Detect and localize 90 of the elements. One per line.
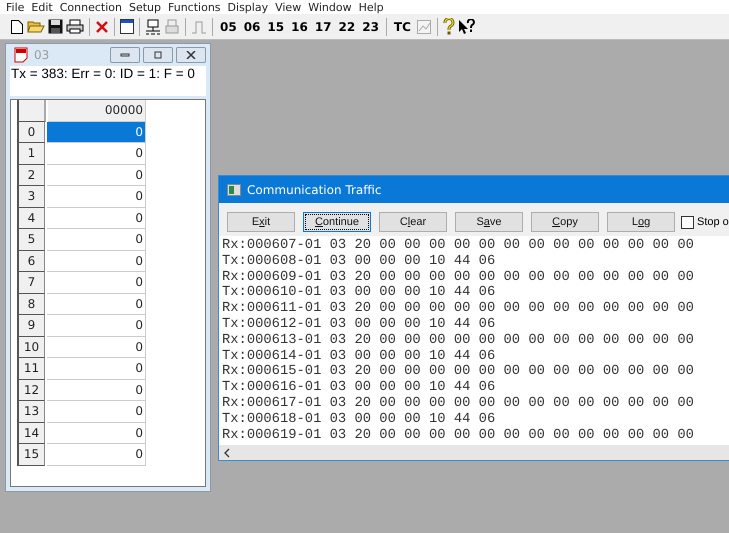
log-line: Tx:000614-01 03 00 00 00 10 44 06 — [222, 348, 496, 364]
horizontal-scrollbar[interactable] — [219, 445, 729, 460]
function-code-button[interactable]: 17 — [312, 20, 334, 34]
toolbar-button[interactable]: Continue — [303, 212, 371, 232]
row-header: 5 — [19, 229, 45, 250]
row-header: 14 — [19, 422, 45, 444]
function-code-button[interactable]: 22 — [336, 20, 358, 34]
context-help-icon[interactable] — [458, 18, 476, 34]
log-line: Rx:000619-01 03 20 00 00 00 00 00 00 00 00 00 00 00 00 00 — [222, 428, 695, 444]
window-icon — [227, 184, 241, 196]
log-line: Tx:000616-01 03 00 00 00 10 44 06 — [222, 380, 496, 396]
menu-item[interactable]: Help — [356, 0, 389, 14]
function-code-button[interactable]: 16 — [289, 20, 310, 34]
row-header: 4 — [19, 208, 45, 229]
scroll-left-icon[interactable] — [223, 448, 231, 458]
row-header: 0 — [19, 122, 45, 143]
column-header: 00000 — [48, 100, 146, 122]
row-header: 1 — [19, 143, 45, 164]
row-header: 3 — [19, 186, 45, 208]
table-cell[interactable]: 0 — [47, 380, 146, 401]
menu-item[interactable]: View — [273, 0, 306, 14]
table-cell[interactable]: 0 — [47, 401, 146, 422]
table-cell[interactable]: 0 — [47, 229, 146, 250]
log-line: Tx:000612-01 03 00 00 00 10 44 06 — [222, 316, 496, 333]
toolbar-button[interactable]: Exit — [227, 212, 295, 232]
menu-item[interactable]: Edit — [29, 0, 58, 14]
close-icon[interactable] — [95, 20, 109, 34]
row-header: 15 — [19, 444, 45, 466]
row-header: 2 — [19, 164, 45, 186]
stop-checkbox[interactable]: Stop o — [681, 216, 729, 228]
log-line: Tx:000610-01 03 00 00 00 10 44 06 — [222, 285, 496, 302]
toolbar-button[interactable]: Copy — [531, 212, 599, 232]
menu-item[interactable]: Display — [226, 0, 274, 14]
window-icon[interactable] — [120, 19, 134, 34]
window-title: 03 — [34, 48, 50, 62]
log-line: Tx:000618-01 03 00 00 00 10 44 06 — [222, 412, 496, 428]
row-header: 6 — [19, 250, 45, 272]
table-cell[interactable]: 0 — [47, 208, 146, 229]
open-folder-icon[interactable] — [27, 19, 45, 34]
table-cell[interactable]: 0 — [47, 250, 146, 272]
table-cell[interactable]: 0 — [47, 143, 146, 164]
restore-icon — [153, 51, 163, 59]
log-line: Rx:000615-01 03 20 00 00 00 00 00 00 00 00 00 00 00 00 00 — [222, 364, 695, 380]
table-cell[interactable]: 0 — [47, 336, 146, 358]
window-title: Communication Traffic — [247, 182, 382, 196]
toolbar-button[interactable]: Save — [455, 212, 523, 232]
menu-item[interactable]: Connection — [58, 0, 127, 14]
table-cell[interactable]: 0 — [47, 422, 146, 444]
log-line: Rx:000613-01 03 20 00 00 00 00 00 00 00 00 00 00 00 00 00 — [222, 332, 695, 349]
table-cell[interactable]: 0 — [47, 122, 146, 143]
computer-icon[interactable] — [145, 18, 161, 34]
log-line: Rx:000617-01 03 20 00 00 00 00 00 00 00 00 00 00 00 00 00 — [222, 396, 695, 412]
function-code-button[interactable]: 06 — [242, 20, 262, 34]
table-cell[interactable]: 0 — [47, 358, 146, 380]
row-header: 7 — [19, 272, 45, 294]
log-line: Rx:000607-01 03 20 00 00 00 00 00 00 00 00 00 00 00 00 00 — [222, 238, 695, 254]
log-line: Rx:000611-01 03 20 00 00 00 00 00 00 00 00 00 00 00 00 00 — [222, 301, 695, 317]
table-cell[interactable]: 0 — [47, 444, 146, 466]
row-header: 13 — [19, 401, 45, 422]
menu-item[interactable]: File — [4, 0, 30, 14]
table-cell[interactable]: 0 — [47, 164, 146, 186]
row-header: 12 — [19, 380, 45, 401]
row-header: 8 — [19, 294, 45, 315]
table-cell[interactable]: 0 — [47, 272, 146, 294]
row-header: 11 — [19, 358, 45, 380]
menu-item[interactable]: Functions — [166, 0, 226, 14]
document-icon — [14, 47, 30, 63]
table-corner-cell[interactable] — [19, 100, 46, 122]
log-line: Rx:000609-01 03 20 00 00 00 00 00 00 00 00 00 00 00 00 00 — [222, 270, 695, 286]
menu-item[interactable]: Setup — [126, 0, 166, 14]
function-code-button[interactable]: 15 — [265, 20, 286, 34]
function-code-button[interactable]: TC — [392, 20, 413, 34]
new-file-icon[interactable] — [10, 18, 24, 34]
function-code-button[interactable]: 05 — [218, 20, 239, 34]
menu-item[interactable]: Window — [306, 0, 357, 14]
toolbar-button[interactable]: Log — [607, 212, 675, 232]
printer-icon[interactable] — [66, 19, 84, 34]
log-line: Tx:000608-01 03 00 00 00 10 44 06 — [222, 254, 496, 270]
help-icon[interactable] — [442, 18, 455, 35]
row-header: 9 — [19, 315, 45, 336]
toolbar-button[interactable]: Clear — [379, 212, 447, 232]
table-cell[interactable]: 0 — [47, 294, 146, 315]
table-cell[interactable]: 0 — [47, 186, 146, 208]
function-code-button[interactable]: 23 — [360, 20, 381, 34]
status-text: Tx = 383: Err = 0: ID = 1: F = 0 — [10, 66, 206, 96]
save-icon[interactable] — [48, 19, 63, 34]
row-header: 10 — [19, 336, 45, 358]
table-cell[interactable]: 0 — [47, 315, 146, 336]
close-icon — [186, 51, 196, 59]
minimize-icon — [120, 51, 130, 59]
